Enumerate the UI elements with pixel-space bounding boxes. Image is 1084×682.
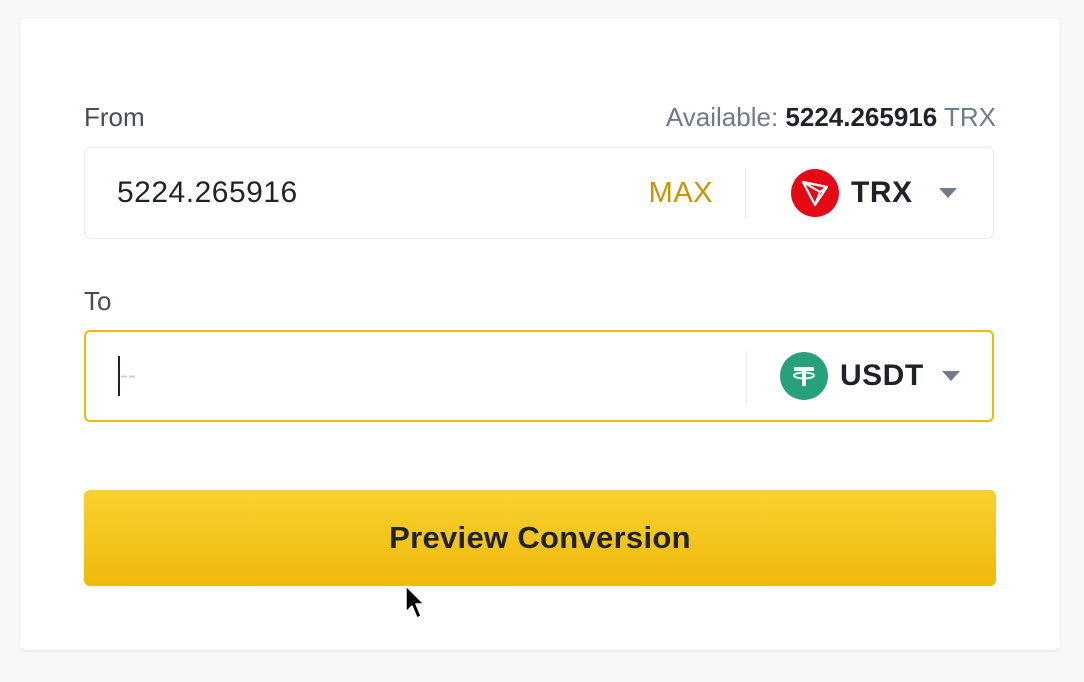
available-amount: 5224.265916 (785, 102, 938, 132)
available-prefix: Available: (665, 102, 786, 132)
to-label-row: To (84, 286, 996, 317)
from-coin-name: TRX (851, 176, 913, 209)
max-button[interactable]: MAX (649, 148, 713, 238)
from-divider (745, 168, 746, 220)
tether-icon (780, 352, 828, 400)
chevron-down-icon (941, 371, 960, 381)
tron-icon (791, 169, 839, 217)
available-balance: Available: 5224.265916 TRX (666, 102, 996, 133)
to-amount-input[interactable]: -- (118, 332, 136, 420)
from-coin-select[interactable]: TRX (791, 148, 957, 238)
to-input-box: -- USDT (84, 330, 994, 422)
chevron-down-icon (938, 188, 957, 198)
to-divider (746, 351, 747, 403)
from-amount-input[interactable]: 5224.265916 (117, 148, 298, 238)
from-input-box: 5224.265916 MAX TRX (84, 147, 994, 239)
to-label: To (84, 286, 112, 316)
mouse-pointer-icon (404, 584, 428, 627)
from-label-row: From Available: 5224.265916 TRX (84, 102, 996, 133)
available-unit: TRX (937, 102, 996, 132)
to-placeholder: -- (120, 362, 136, 389)
preview-conversion-button[interactable]: Preview Conversion (84, 490, 996, 586)
convert-card: From Available: 5224.265916 TRX 5224.265… (20, 18, 1060, 650)
from-label: From (84, 102, 145, 132)
to-coin-name: USDT (840, 359, 924, 392)
to-coin-select[interactable]: USDT (780, 332, 960, 420)
